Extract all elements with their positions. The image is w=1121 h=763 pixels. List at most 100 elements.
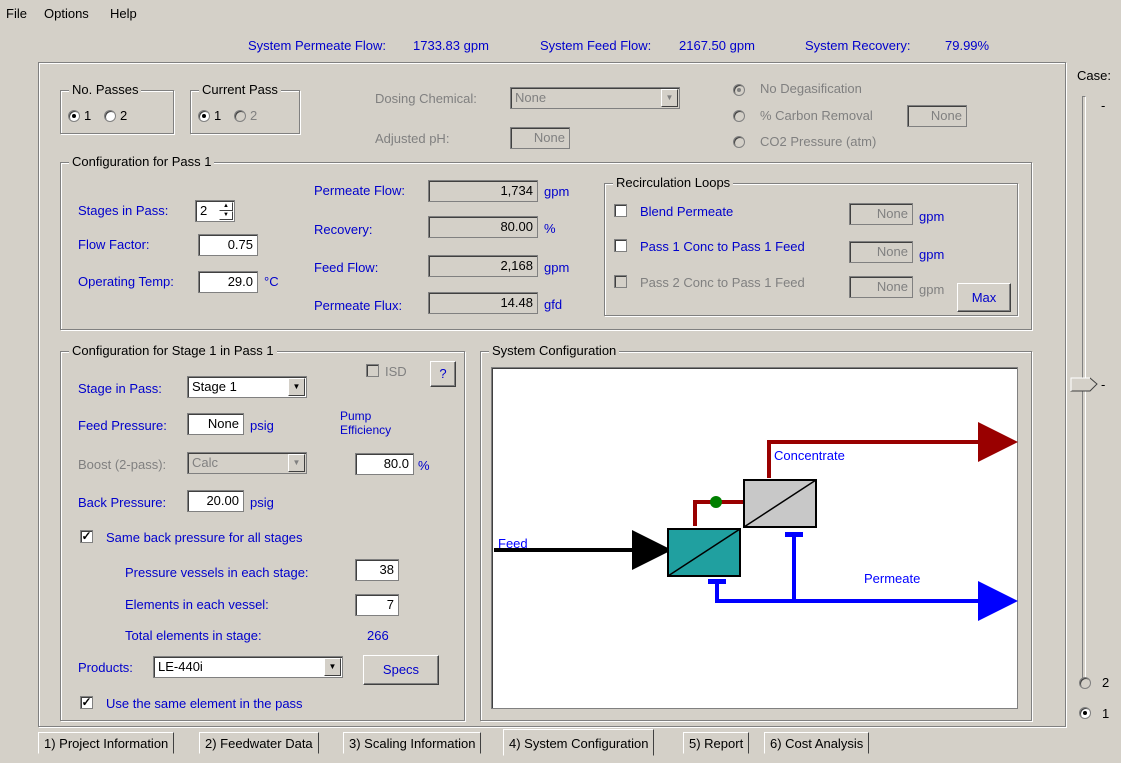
case-radio-2[interactable] [1079,677,1091,689]
pass1-conc-label: Pass 1 Conc to Pass 1 Feed [640,239,805,254]
stage-in-pass-label: Stage in Pass: [78,381,162,396]
permeate-label: Permeate [864,571,921,586]
menu-options[interactable]: Options [44,6,89,21]
max-button[interactable]: Max [957,283,1011,312]
feed-flow-unit: gpm [544,260,570,275]
pump-label-1: Pump [340,409,372,423]
total-elements-value: 266 [367,628,389,643]
no-passes-opt2-label: 2 [120,108,128,123]
isd-checkbox[interactable] [366,364,379,377]
pass-config-title: Configuration for Pass 1 [69,154,215,169]
stages-spinner[interactable]: 2 ▲ ▼ [195,200,235,222]
elements-field[interactable]: 7 [355,594,399,616]
tab-project-information[interactable]: 1) Project Information [38,732,175,754]
current-pass-opt1-label: 1 [214,108,222,123]
system-recovery-value: 79.99% [945,38,990,53]
help-button[interactable]: ? [430,361,456,387]
back-pressure-unit: psig [250,495,274,510]
permeate-flow-label: Permeate Flow: [314,183,406,198]
pump-efficiency-field[interactable]: 80.0 [355,453,414,475]
feed-pressure-field[interactable]: None [187,413,244,435]
current-pass-radio-2[interactable] [234,110,246,122]
dosing-chemical-select[interactable]: None ▼ [510,87,680,109]
adjusted-ph-field[interactable]: None [510,127,570,149]
tab-report[interactable]: 5) Report [683,732,750,754]
recovery-label: Recovery: [314,222,373,237]
system-recovery-label: System Recovery: [805,38,911,53]
spin-down-icon[interactable]: ▼ [219,211,233,220]
pass2-conc-field[interactable]: None [849,276,913,298]
boost-label: Boost (2-pass): [78,457,167,472]
current-pass-opt2-label: 2 [250,108,258,123]
tab-cost-analysis[interactable]: 6) Cost Analysis [764,732,870,754]
no-degas-radio[interactable] [733,84,745,96]
recirc-title: Recirculation Loops [613,175,734,190]
feed-pressure-unit: psig [250,418,274,433]
spin-up-icon[interactable]: ▲ [219,202,233,211]
tab-system-configuration[interactable]: 4) System Configuration [503,729,655,756]
blend-permeate-checkbox[interactable] [614,204,627,217]
tab-feedwater-data[interactable]: 2) Feedwater Data [199,732,319,754]
case-label: Case: [1077,68,1111,83]
total-elements-label: Total elements in stage: [125,628,262,643]
feed-label: Feed [498,536,528,551]
recovery-unit: % [544,221,556,236]
flow-factor-label: Flow Factor: [78,237,150,252]
case-slider-thumb[interactable] [1070,377,1098,392]
dosing-chemical-label: Dosing Chemical: [375,91,477,106]
system-feed-flow-label: System Feed Flow: [540,38,652,53]
blend-permeate-label: Blend Permeate [640,204,734,219]
back-pressure-field[interactable]: 20.00 [187,490,244,512]
no-passes-radio-2[interactable] [104,110,116,122]
menu-help[interactable]: Help [110,6,137,21]
specs-button[interactable]: Specs [363,655,439,685]
current-pass-radio-1[interactable] [198,110,210,122]
co2-pressure-label: CO2 Pressure (atm) [760,134,877,149]
pump-efficiency-unit: % [418,458,430,473]
pass2-conc-checkbox[interactable] [614,275,627,288]
flux-field: 14.48 [428,292,538,314]
case-tick-top: - [1101,98,1106,113]
same-element-label: Use the same element in the pass [106,696,303,711]
back-pressure-label: Back Pressure: [78,495,167,510]
flux-label: Permeate Flux: [314,298,403,313]
pass1-conc-field[interactable]: None [849,241,913,263]
carbon-removal-field[interactable]: None [907,105,967,127]
no-degas-label: No Degasification [760,81,862,96]
pass1-conc-checkbox[interactable] [614,239,627,252]
stages-value: 2 [200,203,208,218]
co2-pressure-radio[interactable] [733,136,745,148]
same-bp-label: Same back pressure for all stages [106,530,303,545]
stage-in-pass-select[interactable]: Stage 1 ▼ [187,376,307,398]
pass1-conc-unit: gpm [919,247,945,262]
case-opt2-label: 2 [1102,675,1110,690]
boost-select[interactable]: Calc ▼ [187,452,307,474]
no-passes-radio-1[interactable] [68,110,80,122]
blend-permeate-field[interactable]: None [849,203,913,225]
elements-label: Elements in each vessel: [125,597,269,612]
vessels-field[interactable]: 38 [355,559,399,581]
same-element-checkbox[interactable]: ✓ [80,696,93,709]
temp-field[interactable]: 29.0 [198,271,258,293]
system-permeate-flow-label: System Permeate Flow: [248,38,386,53]
temp-label: Operating Temp: [78,274,174,289]
flow-factor-field[interactable]: 0.75 [198,234,258,256]
menu-file[interactable]: File [6,6,27,21]
products-label: Products: [78,660,133,675]
case-opt1-label: 1 [1102,706,1110,721]
feed-flow-label: Feed Flow: [314,260,379,275]
carbon-removal-radio[interactable] [733,110,745,122]
case-radio-1[interactable] [1079,707,1091,719]
recovery-field: 80.00 [428,216,538,238]
system-diagram: Feed Concentrate Permeate [491,367,1018,709]
blend-permeate-unit: gpm [919,209,945,224]
concentrate-label: Concentrate [774,448,845,463]
system-config-title: System Configuration [489,343,620,358]
products-select[interactable]: LE-440i ▼ [153,656,343,678]
carbon-removal-label: % Carbon Removal [760,108,873,123]
feed-flow-field: 2,168 [428,255,538,277]
chevron-down-icon: ▼ [288,378,305,396]
same-bp-checkbox[interactable]: ✓ [80,530,93,543]
current-pass-title: Current Pass [199,82,281,97]
tab-scaling-information[interactable]: 3) Scaling Information [343,732,482,754]
